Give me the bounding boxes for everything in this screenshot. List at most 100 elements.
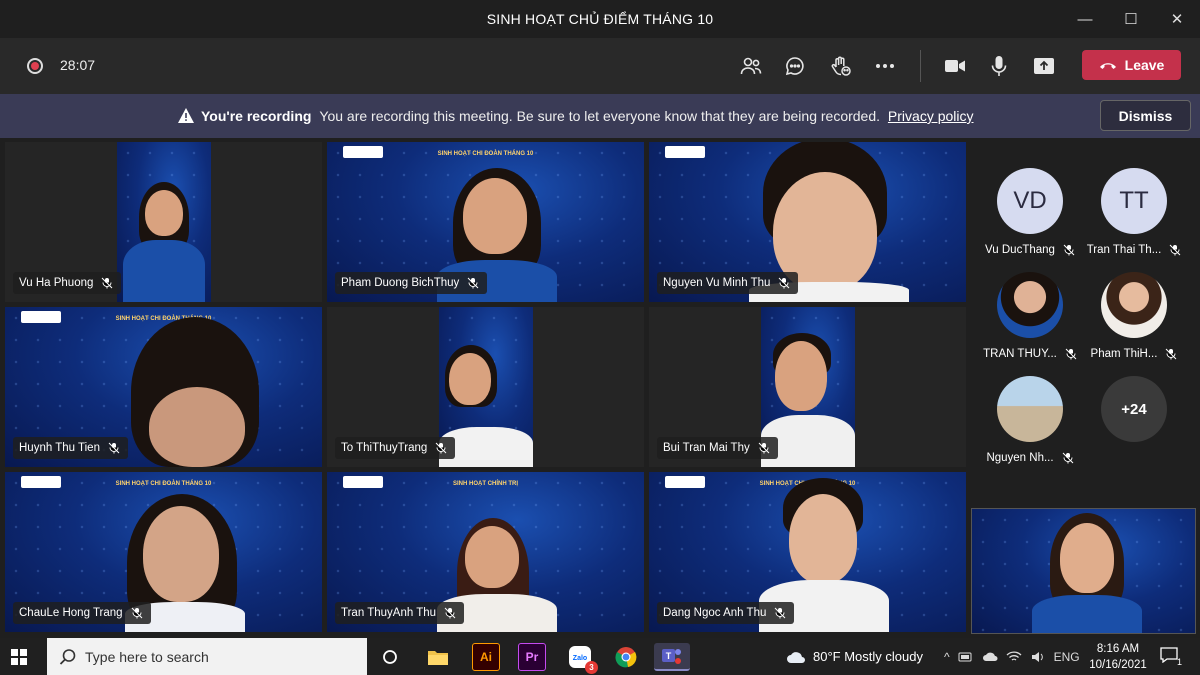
maximize-button[interactable]: ☐ xyxy=(1108,0,1154,38)
video-tile[interactable]: Nguyen Vu Minh Thu xyxy=(649,142,966,302)
toolbar-divider xyxy=(920,50,921,82)
video-tile[interactable]: SINH HOẠT CHI ĐOÀN THÁNG 10 Pham Duong B… xyxy=(327,142,644,302)
volume-icon[interactable] xyxy=(1030,650,1046,664)
recording-text: You are recording this meeting. Be sure … xyxy=(319,108,881,124)
participant-name-tag: Bui Tran Mai Thy xyxy=(657,437,778,459)
mic-off-icon xyxy=(467,277,479,289)
more-count: +24 xyxy=(1101,376,1167,442)
roster-name: Nguyen Nh... xyxy=(986,452,1054,464)
notification-count: 1 xyxy=(1176,657,1182,667)
meeting-toolbar: 28:07 Leave xyxy=(0,38,1200,94)
leave-button[interactable]: Leave xyxy=(1082,50,1181,80)
roster-item[interactable]: TRAN THUY... xyxy=(980,272,1080,372)
taskbar-search-input[interactable]: Type here to search xyxy=(47,638,367,675)
participant-name-tag: Dang Ngoc Anh Thu xyxy=(657,602,795,624)
participant-name-tag: ChauLe Hong Trang xyxy=(13,602,151,624)
close-button[interactable]: ✕ xyxy=(1154,0,1200,38)
chat-icon[interactable] xyxy=(782,53,808,79)
more-participants-button[interactable]: +24 xyxy=(1084,376,1184,476)
window-title: SINH HOẠT CHỦ ĐIỂM THÁNG 10 xyxy=(486,11,714,27)
search-placeholder: Type here to search xyxy=(85,648,209,665)
participant-name-tag: To ThiThuyTrang xyxy=(335,437,456,459)
mic-off-icon xyxy=(775,607,786,619)
dismiss-button[interactable]: Dismiss xyxy=(1100,100,1191,131)
camera-icon[interactable] xyxy=(942,53,968,79)
mic-off-icon xyxy=(1065,348,1077,360)
video-tile[interactable]: Bui Tran Mai Thy xyxy=(649,307,966,467)
participant-name: Dang Ngoc Anh Thu xyxy=(663,607,767,619)
warning-icon xyxy=(178,108,194,123)
more-options-icon[interactable] xyxy=(872,53,898,79)
participant-name: Tran ThuyAnh Thu xyxy=(341,607,437,619)
roster-item[interactable]: TT Tran Thai Th... xyxy=(1084,168,1184,268)
roster-item[interactable]: Pham ThiH... xyxy=(1084,272,1184,372)
video-tile[interactable]: To ThiThuyTrang xyxy=(327,307,644,467)
participants-icon[interactable] xyxy=(738,53,764,79)
mic-off-icon xyxy=(1062,452,1073,464)
mic-off-icon xyxy=(435,442,447,454)
video-tile[interactable]: SINH HOẠT CHI ĐOÀN THÁNG 10 ChauLe Hong … xyxy=(5,472,322,632)
participant-name-tag: Vu Ha Phuong xyxy=(13,272,122,294)
mic-off-icon xyxy=(1166,348,1177,360)
task-view-icon[interactable] xyxy=(376,643,404,671)
video-tile[interactable]: SINH HOẠT CHI ĐOÀN THÁNG 10 Huynh Thu Ti… xyxy=(5,307,322,467)
roster-item[interactable]: Nguyen Nh... xyxy=(980,376,1080,476)
onedrive-icon[interactable] xyxy=(982,651,998,663)
microphone-icon[interactable] xyxy=(986,53,1012,79)
language-indicator[interactable]: ENG xyxy=(1054,650,1080,664)
chevron-up-icon[interactable]: ^ xyxy=(944,650,950,664)
mic-off-icon xyxy=(102,277,113,289)
title-bar: SINH HOẠT CHỦ ĐIỂM THÁNG 10 — ☐ ✕ xyxy=(0,0,1200,38)
mic-off-icon xyxy=(779,277,790,289)
search-icon xyxy=(59,648,76,665)
participant-name: Bui Tran Mai Thy xyxy=(663,442,750,454)
leave-label: Leave xyxy=(1124,57,1165,73)
roster-item[interactable]: VD Vu DucThang xyxy=(980,168,1080,268)
battery-icon[interactable] xyxy=(958,651,974,663)
weather-text: 80°F Mostly cloudy xyxy=(813,649,923,664)
mic-off-icon xyxy=(758,442,770,454)
teams-icon[interactable]: T xyxy=(654,643,690,671)
mic-off-icon xyxy=(108,442,120,454)
minimize-button[interactable]: — xyxy=(1062,0,1108,38)
meeting-timer: 28:07 xyxy=(60,57,96,73)
notification-icon[interactable]: 1 xyxy=(1160,647,1182,667)
zalo-icon[interactable]: Zalo 3 xyxy=(566,643,598,674)
avatar xyxy=(1101,272,1167,338)
clock-date: 10/16/2021 xyxy=(1089,659,1147,671)
participant-name: ChauLe Hong Trang xyxy=(19,607,123,619)
cloud-icon xyxy=(787,651,805,663)
roster-name: Tran Thai Th... xyxy=(1086,244,1162,256)
privacy-policy-link[interactable]: Privacy policy xyxy=(888,108,974,124)
participant-name-tag: Huynh Thu Tien xyxy=(13,437,128,459)
avatar: TT xyxy=(1101,168,1167,234)
recording-message: You're recording You are recording this m… xyxy=(201,108,974,124)
illustrator-icon[interactable]: Ai xyxy=(472,643,500,671)
reactions-icon[interactable] xyxy=(828,53,854,79)
participant-name-tag: Nguyen Vu Minh Thu xyxy=(657,272,799,294)
recording-title: You're recording xyxy=(201,108,312,124)
clock-time: 8:16 AM xyxy=(1096,643,1140,655)
mic-off-icon xyxy=(1169,244,1181,256)
video-tile[interactable]: SINH HOẠT CHÍNH TRỊ Tran ThuyAnh Thu xyxy=(327,472,644,632)
video-tile[interactable]: Vu Ha Phuong xyxy=(5,142,322,302)
share-screen-icon[interactable] xyxy=(1031,53,1057,79)
participant-name: To ThiThuyTrang xyxy=(341,442,428,454)
wifi-icon[interactable] xyxy=(1006,650,1022,664)
roster-name: Pham ThiH... xyxy=(1090,348,1158,360)
self-view-tile[interactable] xyxy=(971,508,1196,634)
taskbar-clock[interactable]: 8:16 AM 10/16/2021 xyxy=(1086,641,1150,673)
mic-off-icon xyxy=(444,607,456,619)
chrome-icon[interactable] xyxy=(612,643,640,671)
participant-name-tag: Pham Duong BichThuy xyxy=(335,272,488,294)
mic-off-icon xyxy=(131,607,142,619)
zalo-badge: 3 xyxy=(585,661,598,674)
video-tile[interactable]: SINH HOẠT CHI ĐOÀN THÁNG 10 Dang Ngoc An… xyxy=(649,472,966,632)
svg-text:T: T xyxy=(666,651,672,661)
windows-taskbar: Type here to search Ai Pr Zalo 3 T 80°F … xyxy=(0,638,1200,675)
participant-name: Huynh Thu Tien xyxy=(19,442,100,454)
weather-widget[interactable]: 80°F Mostly cloudy xyxy=(785,638,923,675)
premiere-icon[interactable]: Pr xyxy=(518,643,546,671)
file-explorer-icon[interactable] xyxy=(424,643,452,671)
windows-start-icon[interactable] xyxy=(8,646,30,668)
